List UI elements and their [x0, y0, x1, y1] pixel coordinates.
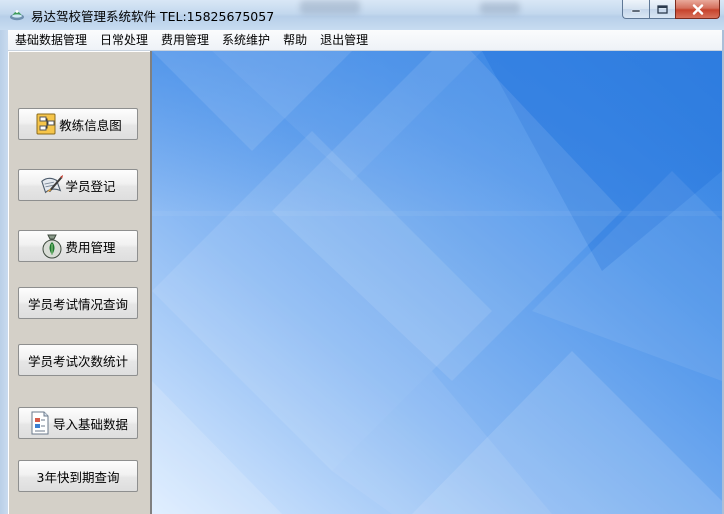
title-bar-glass: [300, 0, 360, 14]
expiring-3-years-query-label: 3年快到期查询: [36, 470, 120, 485]
background-wallpaper: [152, 51, 722, 514]
exam-status-query-button[interactable]: 学员考试情况查询: [18, 287, 138, 319]
coach-info-button[interactable]: 教练信息图: [18, 108, 138, 140]
writing-scroll-icon: [41, 174, 64, 194]
minimize-icon: [631, 9, 641, 13]
menu-bar: 基础数据管理 日常处理 费用管理 系统维护 帮助 退出管理: [8, 30, 722, 51]
client-area: 教练信息图 学员登记 费用管理 学员考试情况查询 学员考试次数统计 导入基础数据…: [8, 51, 722, 514]
menu-exit[interactable]: 退出管理: [313, 30, 374, 50]
coach-info-label: 教练信息图: [59, 118, 122, 133]
menu-fee-management[interactable]: 费用管理: [154, 30, 215, 50]
maximize-button[interactable]: [649, 0, 675, 19]
exam-count-stats-label: 学员考试次数统计: [27, 354, 128, 369]
title-bar-glass: [480, 2, 520, 14]
window-frame-left: [0, 30, 8, 514]
fee-management-button[interactable]: 费用管理: [18, 230, 138, 262]
import-basic-data-button[interactable]: 导入基础数据: [18, 407, 138, 439]
menu-basic-data[interactable]: 基础数据管理: [8, 30, 93, 50]
fee-management-label: 费用管理: [65, 240, 116, 255]
sidebar: 教练信息图 学员登记 费用管理 学员考试情况查询 学员考试次数统计 导入基础数据…: [8, 51, 152, 514]
close-icon: [692, 3, 703, 15]
menu-daily-processing[interactable]: 日常处理: [93, 30, 154, 50]
app-window: 易达驾校管理系统软件 TEL:15825675057 基础数据管理 日常处理 费…: [0, 0, 724, 514]
import-document-icon: [31, 411, 49, 435]
menu-help[interactable]: 帮助: [276, 30, 313, 50]
exam-count-stats-button[interactable]: 学员考试次数统计: [18, 344, 138, 376]
money-bag-icon: [42, 234, 62, 259]
window-title: 易达驾校管理系统软件 TEL:15825675057: [31, 9, 275, 24]
minimize-button[interactable]: [622, 0, 649, 19]
student-register-label: 学员登记: [65, 179, 116, 194]
maximize-icon: [657, 4, 668, 14]
window-controls: [622, 0, 720, 20]
exam-status-query-label: 学员考试情况查询: [27, 297, 128, 312]
organization-chart-icon: [36, 113, 56, 135]
expiring-3-years-query-button[interactable]: 3年快到期查询: [18, 460, 138, 492]
close-button[interactable]: [675, 0, 720, 19]
import-basic-data-label: 导入基础数据: [52, 417, 128, 432]
app-icon[interactable]: [9, 6, 25, 22]
student-register-button[interactable]: 学员登记: [18, 169, 138, 201]
menu-system-maintenance[interactable]: 系统维护: [215, 30, 276, 50]
title-bar[interactable]: 易达驾校管理系统软件 TEL:15825675057: [0, 0, 724, 30]
